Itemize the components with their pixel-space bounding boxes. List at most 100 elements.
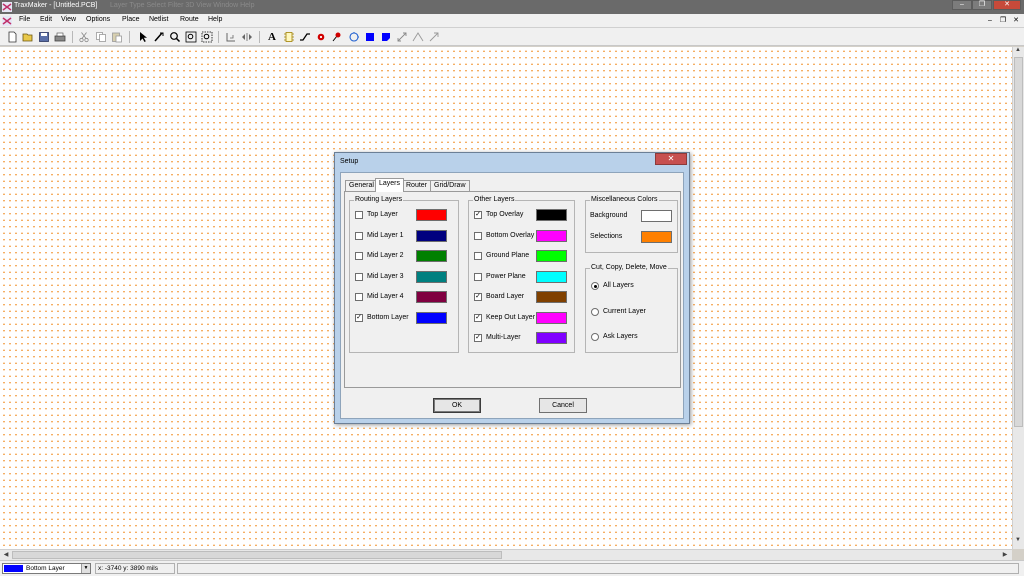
scroll-down-icon[interactable]: ▼ [1013,537,1023,543]
cut-copy-radio[interactable] [591,282,599,290]
tab-general[interactable]: General [345,180,378,191]
vertical-scrollbar[interactable]: ▲ ▼ [1012,47,1024,549]
route-icon[interactable] [153,31,165,43]
menu-route[interactable]: Route [180,16,199,23]
routing-layer-row[interactable]: Mid Layer 1 [355,229,455,242]
mdi-close-button[interactable]: ✕ [1011,16,1021,25]
misc-color-row[interactable]: Selections [590,231,675,243]
tab-layers[interactable]: Layers [375,178,405,192]
horizontal-scrollbar[interactable]: ◀ ▶ [0,549,1012,560]
other-layer-row[interactable]: ✓ Board Layer [474,291,574,303]
other-layer-color-swatch[interactable] [536,270,567,283]
tab-router[interactable]: Router [402,180,432,191]
other-layer-row[interactable]: Bottom Overlay [474,229,574,242]
text-icon[interactable]: A [266,31,278,43]
other-layer-checkbox[interactable]: ✓ [474,313,482,322]
tab-grid-draw[interactable]: Grid/Draw [430,180,470,191]
routing-layer-checkbox[interactable] [355,272,363,281]
routing-layer-color-swatch[interactable] [416,270,447,283]
other-layer-checkbox[interactable] [474,272,482,281]
copy-icon[interactable] [95,31,107,43]
menu-view[interactable]: View [61,16,76,23]
ok-button[interactable]: OK [433,398,481,413]
routing-layer-color-swatch[interactable] [416,209,447,221]
scroll-right-icon[interactable]: ▶ [1000,551,1010,558]
other-layer-row[interactable]: Power Plane [474,270,574,283]
routing-layer-row[interactable]: ✓ Bottom Layer [355,311,455,324]
routing-layer-color-swatch[interactable] [416,250,447,262]
other-layer-checkbox[interactable]: ✓ [474,334,482,342]
cut-icon[interactable] [78,31,90,43]
routing-layer-color-swatch[interactable] [416,291,447,303]
angle-icon[interactable] [412,31,424,43]
component-icon[interactable] [283,31,295,43]
other-layer-checkbox[interactable] [474,231,482,240]
other-layer-color-swatch[interactable] [536,332,567,344]
current-layer-select[interactable]: Bottom Layer ▼ [2,563,91,574]
menu-help[interactable]: Help [208,16,222,23]
misc-color-swatch[interactable] [641,231,672,243]
routing-layer-color-swatch[interactable] [416,229,447,242]
cut-copy-option[interactable]: Ask Layers [591,331,676,343]
scroll-up-icon[interactable]: ▲ [1013,47,1023,53]
other-layer-checkbox[interactable]: ✓ [474,211,482,219]
select-arrow-icon[interactable] [137,31,149,43]
paste-icon[interactable] [111,31,123,43]
menu-file[interactable]: File [19,16,30,23]
track-icon[interactable] [299,31,311,43]
chevron-down-icon[interactable]: ▼ [81,564,90,573]
routing-layer-checkbox[interactable]: ✓ [355,313,363,322]
document-icon[interactable] [2,16,12,26]
routing-layer-checkbox[interactable] [355,211,363,219]
coordinate-icon[interactable] [428,31,440,43]
routing-layer-color-swatch[interactable] [416,311,447,324]
horizontal-scroll-thumb[interactable] [12,551,502,559]
pad-icon[interactable] [315,31,327,43]
misc-color-swatch[interactable] [641,210,672,222]
cut-copy-radio[interactable] [591,307,599,316]
print-icon[interactable] [54,31,66,43]
vertical-scroll-thumb[interactable] [1014,57,1023,427]
polygon-icon[interactable] [380,31,392,43]
dimension-icon[interactable] [396,31,408,43]
scroll-left-icon[interactable]: ◀ [1,551,11,558]
arc-icon[interactable] [348,31,360,43]
routing-layer-row[interactable]: Top Layer [355,209,455,221]
routing-layer-row[interactable]: Mid Layer 4 [355,291,455,303]
other-layer-row[interactable]: ✓ Keep Out Layer [474,311,574,324]
zoom-icon[interactable] [169,31,181,43]
other-layer-color-swatch[interactable] [536,229,567,242]
routing-layer-row[interactable]: Mid Layer 2 [355,250,455,262]
new-icon[interactable] [6,31,18,43]
routing-layer-checkbox[interactable] [355,231,363,240]
other-layer-row[interactable]: Ground Plane [474,250,574,262]
other-layer-color-swatch[interactable] [536,209,567,221]
cut-copy-radio[interactable] [591,333,599,341]
other-layer-color-swatch[interactable] [536,250,567,262]
minimize-button[interactable]: – [952,0,972,10]
other-layer-row[interactable]: ✓ Multi-Layer [474,332,574,344]
cancel-button[interactable]: Cancel [539,398,587,413]
save-icon[interactable] [38,31,50,43]
other-layer-color-swatch[interactable] [536,311,567,324]
dialog-close-button[interactable]: ✕ [655,153,687,165]
menu-netlist[interactable]: Netlist [149,16,168,23]
cut-copy-option[interactable]: All Layers [591,280,676,292]
routing-layer-checkbox[interactable] [355,252,363,260]
origin-icon[interactable] [225,31,237,43]
menu-options[interactable]: Options [86,16,110,23]
routing-layer-row[interactable]: Mid Layer 3 [355,270,455,283]
restore-button[interactable]: ❐ [972,0,992,10]
menu-edit[interactable]: Edit [40,16,52,23]
zoom-area-icon[interactable] [185,31,197,43]
other-layer-color-swatch[interactable] [536,291,567,303]
other-layer-row[interactable]: ✓ Top Overlay [474,209,574,221]
menu-place[interactable]: Place [122,16,140,23]
mdi-minimize-button[interactable]: – [985,16,995,25]
fill-icon[interactable] [364,31,376,43]
via-icon[interactable] [331,31,343,43]
close-window-button[interactable]: ✕ [993,0,1021,10]
mirror-icon[interactable] [241,31,253,43]
routing-layer-checkbox[interactable] [355,293,363,301]
cut-copy-option[interactable]: Current Layer [591,306,676,318]
